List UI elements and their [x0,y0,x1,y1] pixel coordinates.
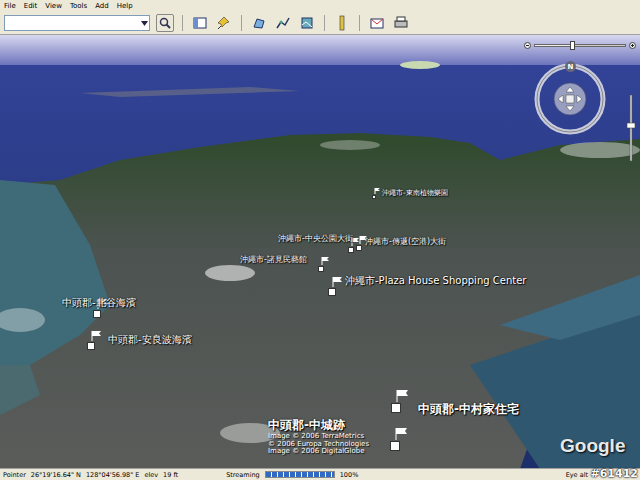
status-bar: Pointer 26°19'16.64" N 128°04'56.98" E elev… [0,468,640,480]
pointer-label: Pointer [3,471,26,479]
streaming-fill [266,472,334,477]
path-icon [275,15,291,31]
search-box [4,15,150,31]
flag-icon [91,331,101,341]
menu-item[interactable]: View [45,2,62,10]
magnifier-icon [159,17,171,29]
placemark-label[interactable]: 中頭郡-北谷海濱 [62,297,136,309]
menu-item[interactable]: Edit [24,2,38,10]
placemark-label[interactable]: 中頭郡-中城跡 [268,419,345,433]
placemark-marker[interactable] [372,195,376,199]
sidebar-button[interactable] [191,14,209,32]
menu-bar: File Edit View Tools Add Help [0,0,640,12]
zoom-slider[interactable] [524,41,636,49]
separator [241,15,242,31]
placemark-marker[interactable] [348,247,354,253]
menu-item[interactable]: Add [95,2,109,10]
flag-icon [396,390,408,402]
zoom-out-icon[interactable] [524,42,531,49]
ruler-icon [334,15,350,31]
print-button[interactable] [392,14,410,32]
google-logo: Google [560,435,625,457]
placemark-marker[interactable] [318,266,324,272]
menu-item[interactable]: Help [117,2,133,10]
search-input[interactable] [5,16,139,30]
copyright: Image © 2006 TerraMetrics© 2006 Europa T… [268,433,369,456]
separator [182,15,183,31]
flag-icon [374,188,380,194]
dropdown-button[interactable] [139,16,149,30]
copyright-line: Image © 2006 DigitalGlobe [268,448,369,456]
ruler-button[interactable] [333,14,351,32]
separator [324,15,325,31]
sidebar-icon [192,15,208,31]
placemark-marker[interactable] [356,245,362,251]
flag-icon [395,428,407,440]
overlay-button[interactable] [298,14,316,32]
copyright-line: Image © 2006 TerraMetrics [268,433,369,441]
zoom-in-icon[interactable] [629,42,636,49]
map-view[interactable]: 中頭郡-北谷海濱中頭郡-安良波海濱沖繩市-中央公園大街沖繩市-傳遞(空港)大街沖… [0,35,640,468]
pointer-latitude: 26°19'16.64" N [31,471,81,479]
polygon-icon [251,15,267,31]
printer-icon [393,15,409,31]
copyright-line: © 2006 Europa Technologies [268,441,369,449]
envelope-icon [369,15,385,31]
eye-alt-label: Eye alt [566,471,588,479]
placemark-label[interactable]: 中頭郡-安良波海濱 [108,334,192,346]
separator [359,15,360,31]
dropdown-arrow-icon [141,21,148,26]
menu-item[interactable]: Tools [70,2,87,10]
navigation-control[interactable]: N [534,63,606,135]
flag-icon [321,257,329,265]
zoom-fill [535,45,573,46]
placemark-label[interactable]: 沖繩市-諸見民藝館 [240,255,307,264]
email-button[interactable] [368,14,386,32]
north-indicator[interactable]: N [565,61,576,72]
satellite-imagery [0,35,640,468]
tilt-slider-icon[interactable] [626,93,636,163]
zoom-track [534,44,626,47]
placemark-marker[interactable] [391,403,401,413]
placemark-label[interactable]: 沖繩市-傳遞(空港)大街 [365,237,446,246]
zoom-thumb[interactable] [570,41,575,50]
elevation-value: 19 ft [163,471,178,479]
menu-item[interactable]: File [4,2,16,10]
search-button[interactable] [156,14,174,32]
flag-icon [332,277,342,287]
placemark-label[interactable]: 沖繩市-Plaza House Shopping Center [345,275,526,287]
toolbar [0,12,640,35]
placemark-marker[interactable] [390,441,400,451]
placemark-marker[interactable] [87,342,95,350]
placemark-marker[interactable] [328,288,336,296]
elevation-label: elev [144,471,158,479]
pointer-longitude: 128°04'56.98" E [86,471,140,479]
streaming-percent: 100% [340,471,359,479]
streaming-label: Streaming [226,471,260,479]
pushpin-icon [216,15,232,31]
watermark: #61412 [591,467,639,480]
compass-icon[interactable] [534,63,606,135]
placemark-button[interactable] [215,14,233,32]
overlay-icon [299,15,315,31]
placemark-label[interactable]: 沖繩市-東南植物樂園 [382,189,448,197]
path-button[interactable] [274,14,292,32]
polygon-button[interactable] [250,14,268,32]
placemark-label[interactable]: 中頭郡-中村家住宅 [418,403,519,417]
streaming-track [265,471,335,478]
placemark-marker[interactable] [93,310,101,318]
placemark-label[interactable]: 沖繩市-中央公園大街 [278,234,353,243]
